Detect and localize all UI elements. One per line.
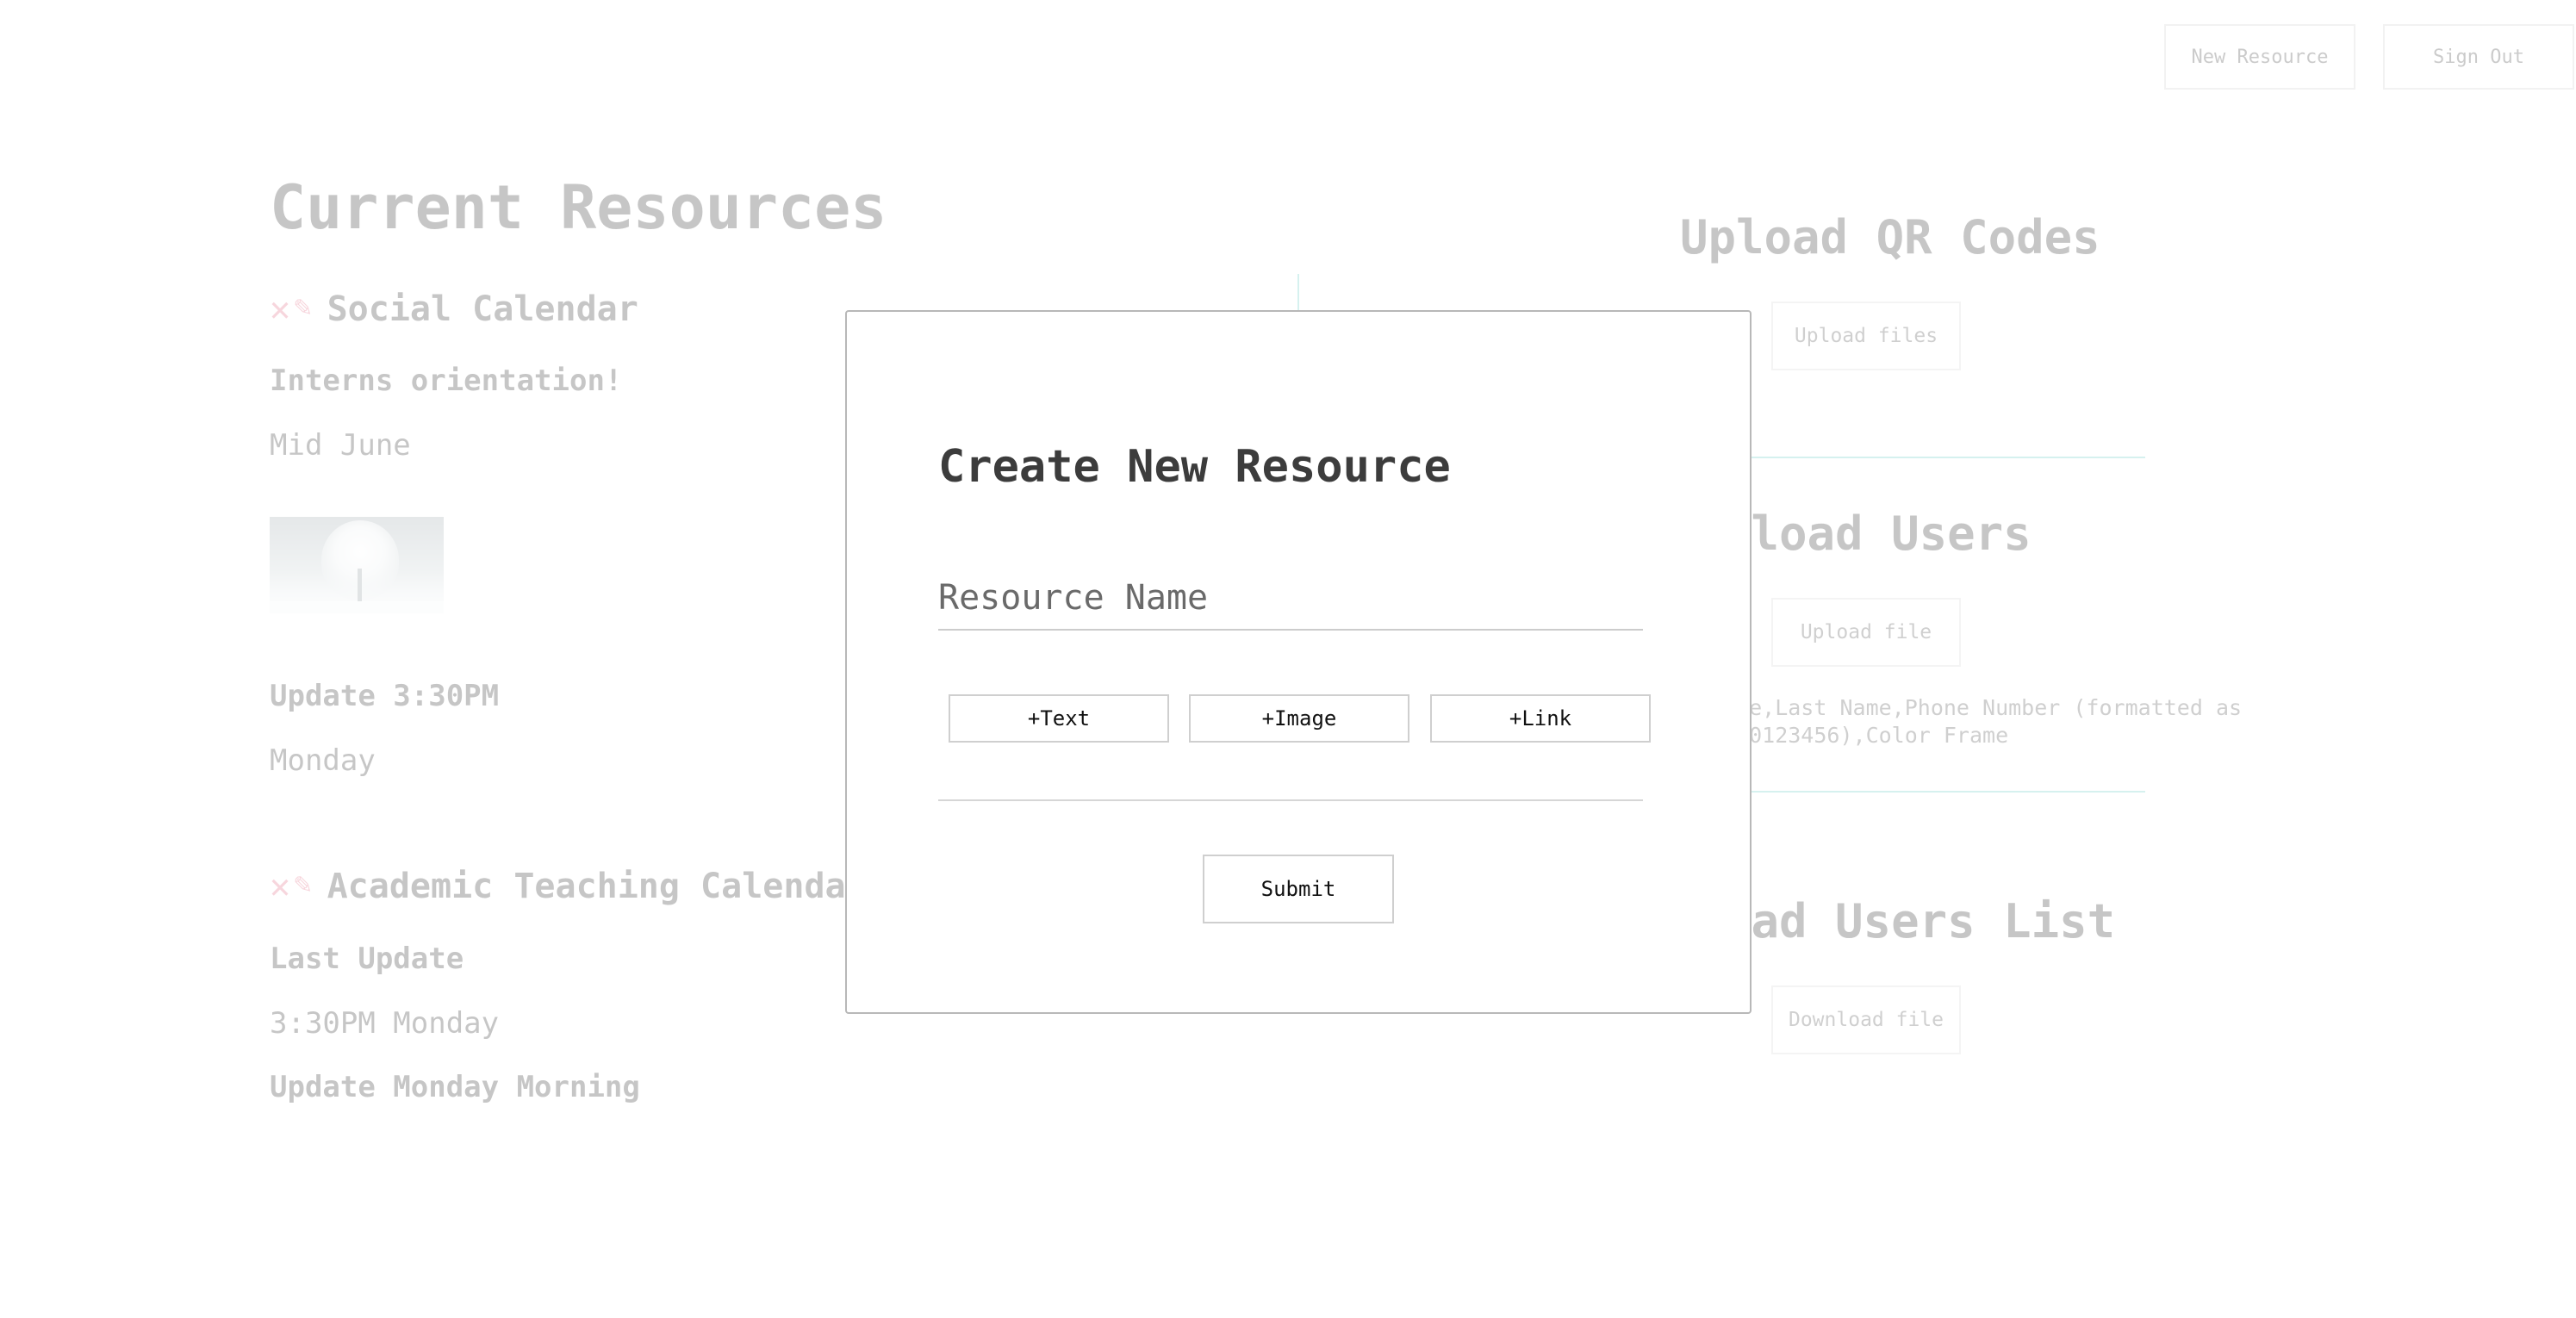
resource-header-academic-calendar: ✕ ✎ Academic Teaching Calenda bbox=[270, 867, 846, 906]
resource-line: Last Update bbox=[270, 942, 464, 976]
download-users-title: oad Users List bbox=[1723, 894, 2116, 948]
resource-line: Update 3:30PM bbox=[270, 679, 500, 713]
upload-qr-title: Upload QR Codes bbox=[1680, 210, 2100, 264]
edit-pencil-icon[interactable]: ✎ bbox=[294, 289, 311, 329]
resource-line: Interns orientation! bbox=[270, 364, 623, 398]
submit-button[interactable]: Submit bbox=[1203, 855, 1394, 923]
upload-users-button[interactable]: Upload file bbox=[1771, 598, 1961, 667]
resource-header-social-calendar: ✕ ✎ Social Calendar bbox=[270, 289, 638, 329]
sign-out-button[interactable]: Sign Out bbox=[2383, 24, 2574, 90]
section-divider bbox=[1723, 791, 2145, 793]
delete-x-icon[interactable]: ✕ bbox=[270, 867, 290, 906]
edit-pencil-icon[interactable]: ✎ bbox=[294, 867, 311, 906]
add-link-button[interactable]: +Link bbox=[1430, 694, 1651, 743]
upload-users-format-note: ame,Last Name,Phone Number (formatted as… bbox=[1723, 695, 2243, 748]
page: New Resource Sign Out Current Resources … bbox=[0, 0, 2576, 1318]
resource-line: Update Monday Morning bbox=[270, 1070, 640, 1104]
resource-line: Mid June bbox=[270, 428, 411, 463]
modal-divider bbox=[938, 799, 1643, 801]
add-image-button[interactable]: +Image bbox=[1189, 694, 1409, 743]
upload-qr-button[interactable]: Upload files bbox=[1771, 302, 1961, 370]
create-resource-modal: Create New Resource +Text +Image +Link S… bbox=[845, 310, 1752, 1014]
modal-title: Create New Resource bbox=[938, 441, 1451, 493]
upload-users-title: pload Users bbox=[1723, 507, 2032, 561]
resource-image bbox=[270, 517, 444, 613]
resource-line: 3:30PM Monday bbox=[270, 1006, 500, 1041]
download-users-button[interactable]: Download file bbox=[1771, 985, 1961, 1054]
delete-x-icon[interactable]: ✕ bbox=[270, 289, 290, 329]
resource-name-input[interactable] bbox=[938, 567, 1643, 631]
resource-name: Social Calendar bbox=[327, 289, 638, 329]
current-resources-title: Current Resources bbox=[270, 172, 887, 243]
section-divider bbox=[1723, 457, 2145, 458]
resource-line: Monday bbox=[270, 743, 376, 778]
add-text-button[interactable]: +Text bbox=[949, 694, 1169, 743]
resource-name: Academic Teaching Calenda bbox=[327, 867, 846, 906]
new-resource-button[interactable]: New Resource bbox=[2164, 24, 2355, 90]
